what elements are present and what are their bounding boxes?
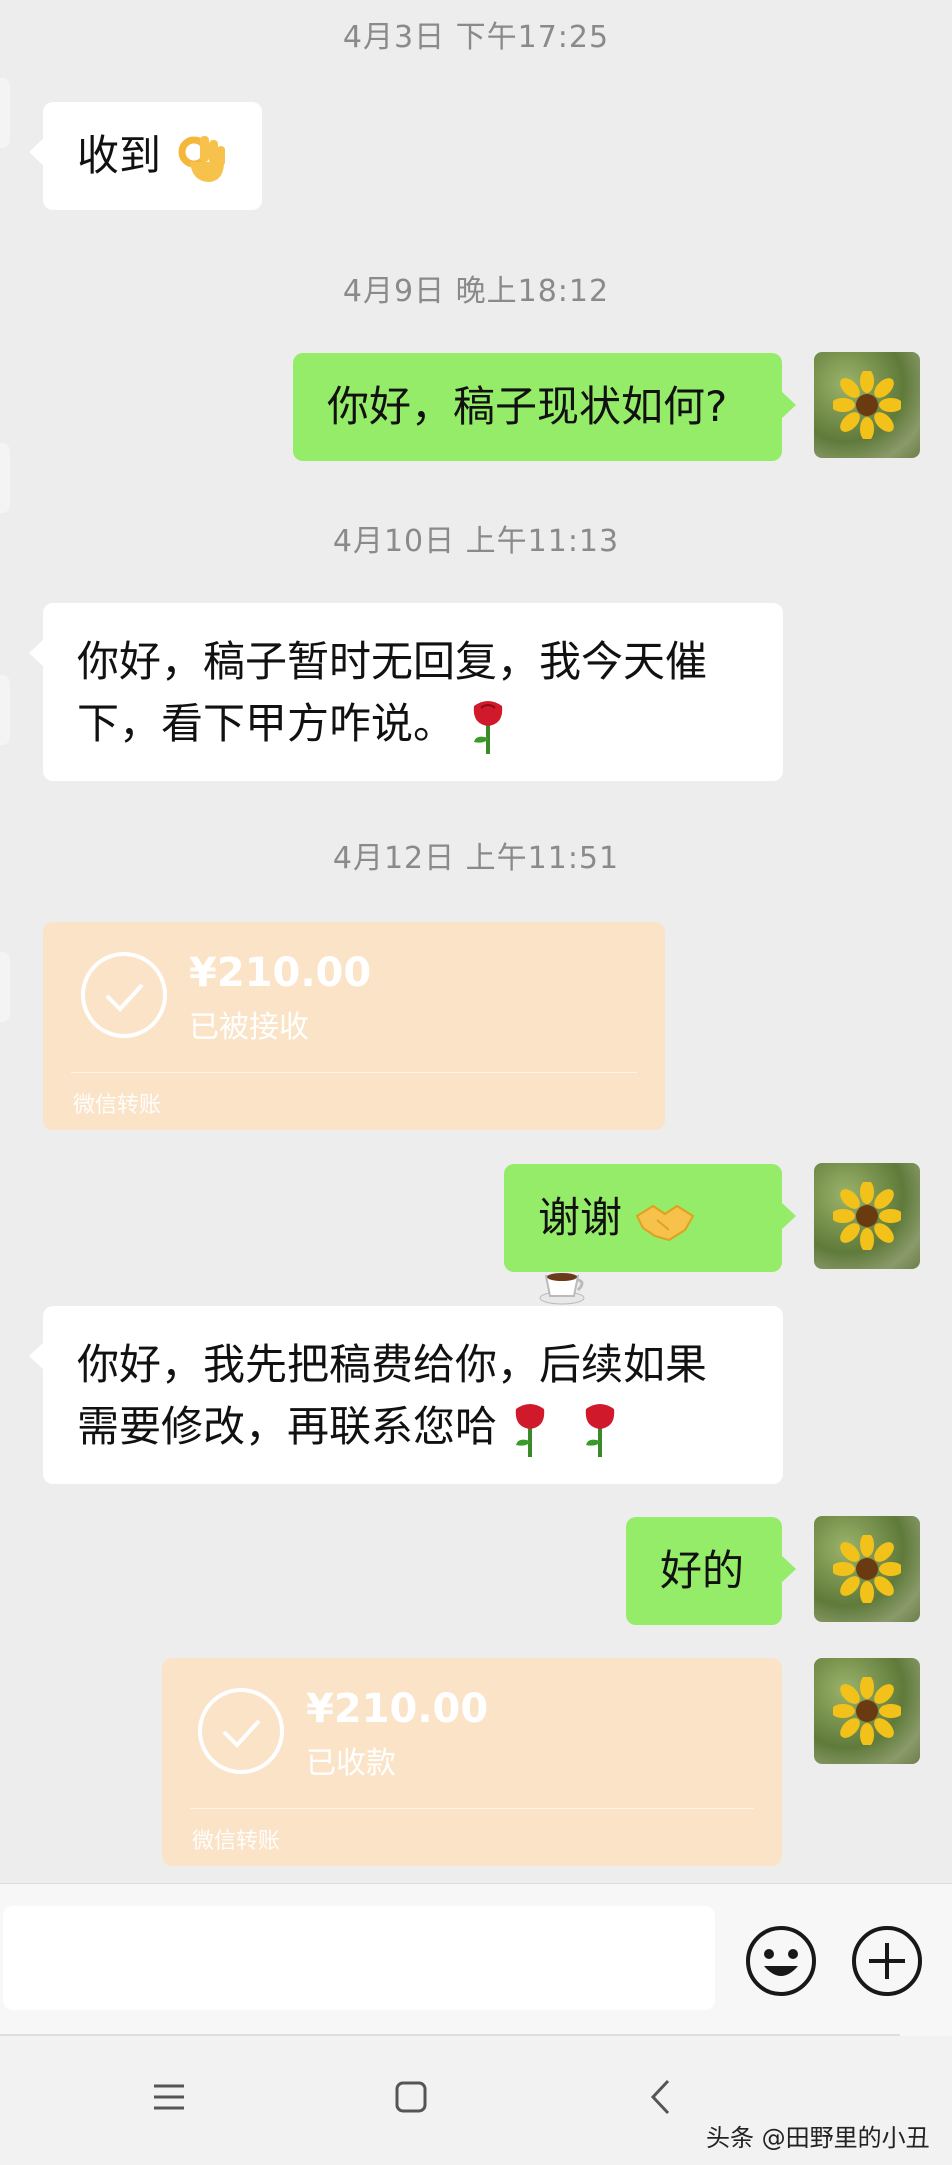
- avatar[interactable]: [814, 1658, 920, 1764]
- transfer-status: 已被接收: [189, 1010, 309, 1045]
- timestamp: 4月9日 晚上18:12: [342, 274, 610, 309]
- system-nav-bar: 头条 @田野里的小丑: [0, 2036, 952, 2165]
- watermark: 头条 @田野里的小丑: [706, 2124, 930, 2152]
- timestamp: 4月3日 下午17:25: [342, 20, 610, 55]
- sunflower-icon: [833, 1677, 901, 1745]
- emoji-face-icon[interactable]: [744, 1924, 818, 1998]
- avatar[interactable]: [814, 1163, 920, 1269]
- check-circle-icon: [198, 1688, 284, 1774]
- back-icon[interactable]: [648, 2078, 672, 2116]
- cropped-avatar: [0, 443, 10, 513]
- message-text: 好的: [660, 1546, 745, 1595]
- message-bubble-received[interactable]: 收到: [28, 102, 263, 210]
- transfer-status: 已收款: [306, 1746, 396, 1781]
- message-input[interactable]: [3, 1906, 715, 2010]
- message-text: 你好，稿子现状如何?: [327, 382, 728, 431]
- message-bubble-sent[interactable]: 你好，稿子现状如何?: [293, 353, 796, 461]
- rose-emoji: [585, 1403, 614, 1457]
- transfer-brand: 微信转账: [73, 1093, 162, 1118]
- message-text: 收到: [77, 131, 162, 180]
- home-icon[interactable]: [394, 2080, 428, 2114]
- plus-circle-icon[interactable]: [850, 1924, 924, 1998]
- transfer-card[interactable]: ¥210.00 已收款 微信转账: [162, 1658, 782, 1866]
- message-text: 你好，稿子暂时无回复，我今天催: [77, 637, 708, 686]
- divider: [190, 1808, 754, 1809]
- timestamp: 4月10日 上午11:13: [332, 524, 620, 559]
- message-bubble-sent[interactable]: 好的: [626, 1517, 796, 1625]
- transfer-card[interactable]: ¥210.00 已被接收 微信转账: [43, 922, 665, 1130]
- avatar[interactable]: [814, 1516, 920, 1622]
- message-text: 你好，我先把稿费给你，后续如果: [77, 1340, 708, 1389]
- menu-icon[interactable]: [152, 2080, 186, 2114]
- message-bubble-received[interactable]: 你好，稿子暂时无回复，我今天催 下，看下甲方咋说。: [29, 603, 783, 781]
- coffee-emoji: [539, 1272, 585, 1304]
- sunflower-icon: [833, 1535, 901, 1603]
- message-text: 谢谢: [538, 1193, 623, 1242]
- transfer-amount: ¥210.00: [306, 1686, 489, 1732]
- sunflower-icon: [833, 1182, 901, 1250]
- rose-emoji: [474, 700, 503, 754]
- message-text: 下，看下甲方咋说。: [77, 699, 456, 748]
- cropped-avatar: [0, 675, 10, 745]
- handshake-emoji: [636, 1204, 695, 1241]
- transfer-brand: 微信转账: [192, 1829, 281, 1854]
- avatar[interactable]: [814, 352, 920, 458]
- ok-hand-emoji: [178, 135, 226, 182]
- sunflower-icon: [833, 371, 901, 439]
- check-circle-icon: [81, 952, 167, 1038]
- cropped-avatar: [0, 78, 10, 148]
- cropped-avatar: [0, 952, 10, 1022]
- divider: [71, 1072, 637, 1073]
- message-text: 需要修改，再联系您哈: [77, 1402, 498, 1451]
- message-bubble-sent[interactable]: 谢谢: [504, 1164, 796, 1304]
- transfer-amount: ¥210.00: [189, 950, 372, 996]
- message-bubble-received[interactable]: 你好，我先把稿费给你，后续如果 需要修改，再联系您哈: [29, 1306, 783, 1484]
- input-bar: [0, 1883, 952, 2036]
- rose-emoji: [516, 1403, 545, 1457]
- timestamp: 4月12日 上午11:51: [332, 841, 620, 876]
